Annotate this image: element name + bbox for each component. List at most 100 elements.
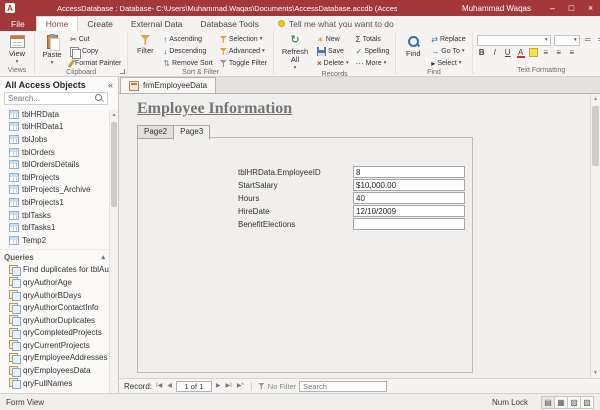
filter-status[interactable]: No Filter: [258, 382, 296, 391]
view-button[interactable]: View ▾: [4, 33, 30, 67]
nav-item-query[interactable]: qryAuthorDuplicates: [0, 314, 118, 327]
record-position-box[interactable]: 1 of 1: [176, 381, 212, 392]
descending-button[interactable]: ↓ Descending: [161, 46, 215, 57]
nav-item-table[interactable]: tblProjects_Archive: [0, 184, 118, 197]
save-button[interactable]: Save: [315, 46, 351, 57]
refresh-all-button[interactable]: ↻ Refresh All ▾: [278, 33, 312, 71]
toggle-filter-button[interactable]: Toggle Filter: [218, 58, 269, 69]
tab-file[interactable]: File: [0, 16, 36, 31]
main-vertical-scrollbar[interactable]: ▲ ▼: [590, 94, 600, 378]
dialog-launcher-icon[interactable]: [120, 69, 125, 74]
remove-sort-button[interactable]: ⇅ Remove Sort: [161, 58, 215, 69]
field-input-hiredate[interactable]: 12/10/2009: [353, 205, 465, 217]
new-blank-record-button[interactable]: ▶*: [236, 383, 245, 389]
nav-item-query[interactable]: qryAuthorAge: [0, 276, 118, 289]
layout-view-shortcut-button[interactable]: ▧: [567, 396, 581, 409]
section-collapse-icon[interactable]: ▴: [101, 253, 105, 261]
select-button[interactable]: ▸ Select ▾: [429, 58, 467, 69]
italic-button[interactable]: I: [490, 49, 500, 57]
last-record-button[interactable]: ▶I: [225, 383, 233, 389]
tab-database-tools[interactable]: Database Tools: [191, 16, 267, 31]
selection-button[interactable]: Selection ▾: [218, 34, 269, 45]
scroll-up-icon[interactable]: ▲: [110, 110, 118, 119]
page-tab-page3[interactable]: Page3: [173, 125, 210, 140]
nav-item-table[interactable]: tblOrdersDetails: [0, 158, 118, 171]
document-tab-frmEmployeeData[interactable]: frmEmployeeData: [120, 77, 216, 93]
nav-search-box[interactable]: [4, 92, 108, 105]
cut-button[interactable]: ✂ Cut: [68, 34, 123, 45]
tab-external-data[interactable]: External Data: [122, 16, 192, 31]
nav-item-query[interactable]: qryAuthorBDays: [0, 289, 118, 302]
nav-item-table[interactable]: tblHRData: [0, 108, 118, 121]
nav-item-table[interactable]: Temp2: [0, 234, 118, 247]
nav-item-query[interactable]: qryCompletedProjects: [0, 327, 118, 340]
numbering-button[interactable]: ≕: [596, 37, 600, 44]
nav-item-query[interactable]: qryAuthorContactInfo: [0, 301, 118, 314]
close-button[interactable]: ×: [581, 0, 600, 16]
nav-item-table[interactable]: tblTasks1: [0, 221, 118, 234]
field-input-employeeid[interactable]: 8: [353, 166, 465, 178]
nav-item-table[interactable]: tblHRData1: [0, 121, 118, 134]
tab-create[interactable]: Create: [78, 16, 122, 31]
page-tab-page2[interactable]: Page2: [137, 125, 173, 139]
font-name-select[interactable]: ▾: [477, 35, 551, 46]
filter-button[interactable]: Filter: [132, 33, 158, 69]
nav-pane-header[interactable]: All Access Objects «: [0, 77, 118, 92]
nav-item-query[interactable]: qryEmployeesData: [0, 364, 118, 377]
nav-pane-scrollbar[interactable]: ▲: [109, 110, 118, 393]
ascending-button[interactable]: ↑ Ascending: [161, 34, 215, 45]
nav-item-query[interactable]: qryFullNames: [0, 377, 118, 390]
font-size-select[interactable]: ▾: [554, 35, 580, 46]
datasheet-view-shortcut-button[interactable]: ▦: [554, 396, 568, 409]
shutter-collapse-icon[interactable]: «: [108, 80, 113, 90]
nav-item-table[interactable]: tblProjects: [0, 171, 118, 184]
scroll-up-icon[interactable]: ▲: [591, 94, 600, 104]
scroll-down-icon[interactable]: ▼: [591, 368, 600, 378]
align-right-button[interactable]: ≡: [567, 49, 577, 57]
nav-item-table[interactable]: tblProjects1: [0, 196, 118, 209]
bullets-button[interactable]: ≔: [583, 37, 593, 44]
record-search-input[interactable]: [299, 381, 387, 392]
new-record-ribbon-button[interactable]: ∗ New: [315, 34, 351, 45]
find-button[interactable]: Find: [400, 33, 426, 69]
scrollbar-thumb[interactable]: [592, 106, 599, 166]
copy-button[interactable]: Copy: [68, 46, 123, 57]
align-left-button[interactable]: ≡: [541, 49, 551, 57]
bold-button[interactable]: B: [477, 49, 487, 57]
paste-button[interactable]: Paste ▾: [39, 33, 65, 69]
form-view-shortcut-button[interactable]: ▤: [541, 396, 555, 409]
nav-item-table[interactable]: tblJobs: [0, 133, 118, 146]
tab-home[interactable]: Home: [36, 16, 79, 31]
next-record-button[interactable]: ▶: [215, 383, 222, 389]
format-painter-button[interactable]: Format Painter: [68, 58, 123, 69]
nav-item-table[interactable]: tblOrders: [0, 146, 118, 159]
nav-item-table[interactable]: tblTasks: [0, 209, 118, 222]
design-view-shortcut-button[interactable]: ▨: [580, 396, 594, 409]
field-input-benefitelections[interactable]: [353, 218, 465, 230]
minimize-button[interactable]: –: [543, 0, 562, 16]
field-input-hours[interactable]: 40: [353, 192, 465, 204]
nav-item-query[interactable]: Find duplicates for tblAuthors: [0, 264, 118, 277]
scrollbar-thumb[interactable]: [111, 122, 117, 207]
maximize-button[interactable]: □: [562, 0, 581, 16]
first-record-button[interactable]: I◀: [155, 383, 163, 389]
highlight-button[interactable]: [529, 48, 538, 57]
nav-search-input[interactable]: [8, 94, 93, 103]
advanced-button[interactable]: Advanced ▾: [218, 46, 269, 57]
nav-section-queries[interactable]: Queries ▴: [0, 249, 118, 264]
goto-button[interactable]: → Go To ▾: [429, 46, 467, 57]
totals-button[interactable]: Σ Totals: [354, 34, 392, 45]
nav-item-query[interactable]: qryEmployeeAddresses: [0, 352, 118, 365]
replace-button[interactable]: ⇄ Replace: [429, 34, 467, 45]
underline-button[interactable]: U: [503, 49, 513, 57]
field-input-startsalary[interactable]: $10,000.00: [353, 179, 465, 191]
nav-item-query[interactable]: qryCurrentProjects: [0, 339, 118, 352]
previous-record-button[interactable]: ◀: [166, 383, 173, 389]
font-color-button[interactable]: A: [516, 48, 526, 57]
spelling-button[interactable]: ✓ Spelling: [354, 46, 392, 57]
delete-button[interactable]: × Delete ▾: [315, 58, 351, 69]
tell-me-box[interactable]: Tell me what you want to do: [278, 16, 394, 31]
more-button[interactable]: ··· More ▾: [354, 58, 392, 69]
align-center-button[interactable]: ≡: [554, 49, 564, 57]
filter-label: Filter: [137, 47, 154, 55]
